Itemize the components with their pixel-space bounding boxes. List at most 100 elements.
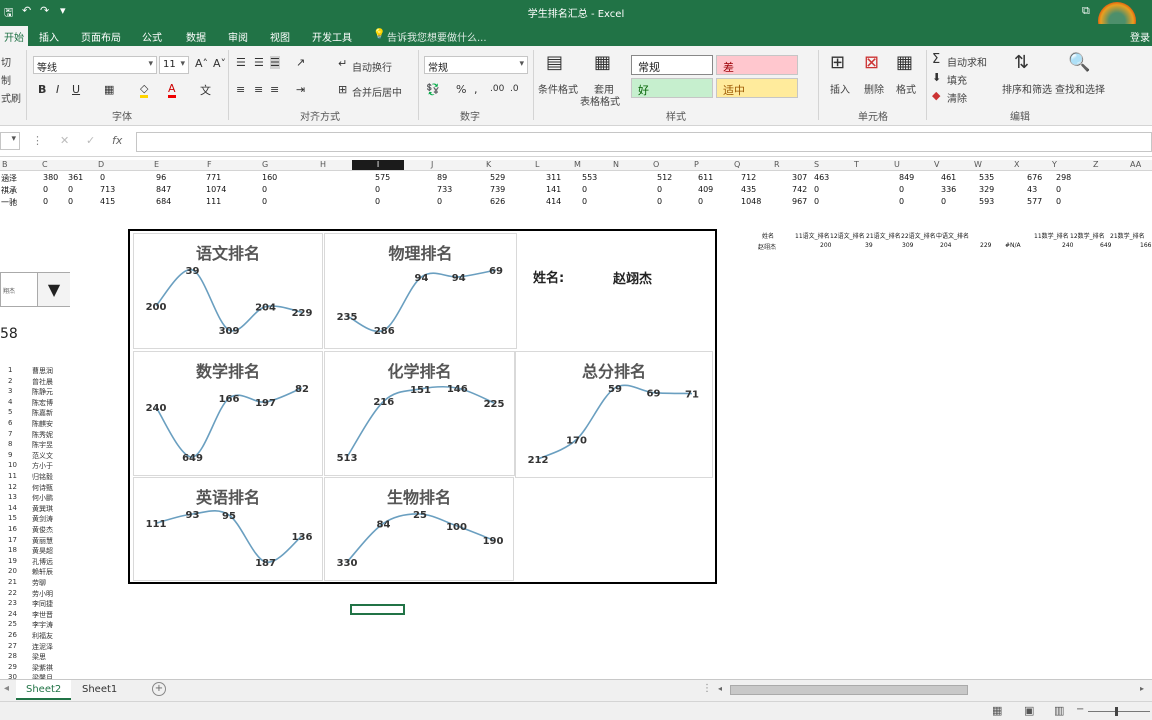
autosum-button[interactable]: 自动求和 <box>947 54 987 69</box>
col-header[interactable]: AA <box>1130 160 1141 169</box>
col-header[interactable]: F <box>207 160 212 169</box>
delete-cells-button[interactable]: 删除 <box>864 81 884 96</box>
sort-filter-icon[interactable]: ⇅ <box>1014 52 1029 73</box>
student-name-cell[interactable]: 陈麒安 <box>32 419 53 429</box>
data-cell[interactable]: 742 <box>792 185 807 194</box>
data-cell[interactable]: 409 <box>698 185 713 194</box>
student-name-cell[interactable]: 范义文 <box>32 451 53 461</box>
data-cell[interactable]: 141 <box>546 185 561 194</box>
insert-cells-icon[interactable]: ⊞ <box>830 52 845 73</box>
name-box[interactable]: ▾ <box>0 132 20 150</box>
student-name-cell[interactable]: 李世晋 <box>32 610 53 620</box>
col-header[interactable]: D <box>98 160 104 169</box>
data-cell[interactable]: 0 <box>437 197 442 206</box>
enter-icon[interactable]: ✓ <box>86 134 95 147</box>
data-cell[interactable]: 1074 <box>206 185 226 194</box>
student-name-cell[interactable]: 曹思润 <box>32 366 53 376</box>
data-cell[interactable]: 415 <box>100 197 115 206</box>
find-select-icon[interactable]: 🔍 <box>1068 52 1090 73</box>
currency-icon[interactable]: 💱 <box>426 83 440 96</box>
number-format-combo[interactable]: 常规 <box>424 56 528 74</box>
font-color-icon[interactable]: A <box>168 82 176 98</box>
data-cell[interactable]: 575 <box>375 173 390 182</box>
underline-icon[interactable]: U <box>72 83 80 96</box>
insert-cells-button[interactable]: 插入 <box>830 81 850 96</box>
conditional-format-button[interactable]: 条件格式 <box>538 81 578 96</box>
col-header[interactable]: B <box>2 160 8 169</box>
col-header[interactable]: W <box>974 160 982 169</box>
data-cell[interactable]: 96 <box>156 173 166 182</box>
student-name-cell[interactable]: 方小于 <box>32 461 53 471</box>
student-name-cell[interactable]: 梁思 <box>32 652 46 662</box>
data-cell[interactable]: 733 <box>437 185 452 194</box>
data-cell[interactable]: 0 <box>582 185 587 194</box>
right-table-cell[interactable]: 309 <box>902 242 913 249</box>
col-header[interactable]: G <box>262 160 268 169</box>
student-name-cell[interactable]: 劳小明 <box>32 589 53 599</box>
col-header[interactable]: E <box>154 160 159 169</box>
format-cells-button[interactable]: 格式 <box>896 81 916 96</box>
student-dropdown[interactable]: 翔杰 ▼ <box>0 272 70 307</box>
indent-icon[interactable]: ⇥ <box>296 83 305 96</box>
format-painter-button[interactable]: 式刷 <box>1 90 21 105</box>
data-cell[interactable]: 739 <box>490 185 505 194</box>
formula-input[interactable] <box>136 132 1152 152</box>
data-cell[interactable]: 713 <box>100 185 115 194</box>
data-cell[interactable]: 160 <box>262 173 277 182</box>
data-cell[interactable]: 0 <box>262 185 267 194</box>
data-cell[interactable]: 0 <box>657 185 662 194</box>
col-header[interactable]: Y <box>1052 160 1057 169</box>
decrease-decimal-icon[interactable]: .0 <box>510 84 519 94</box>
right-table-header[interactable]: 22语文_排名 <box>901 231 936 240</box>
data-cell[interactable]: 0 <box>698 197 703 206</box>
fill-color-icon[interactable]: ◇ <box>140 82 149 98</box>
data-cell[interactable]: 676 <box>1027 173 1042 182</box>
style-good[interactable]: 好 <box>631 78 713 98</box>
data-cell[interactable]: 0 <box>68 185 73 194</box>
right-table-header[interactable]: 11语文_排名 <box>795 231 830 240</box>
sheet-prev-icon[interactable]: ◂ <box>4 683 9 694</box>
wrap-text-button[interactable]: 自动换行 <box>352 59 392 74</box>
right-table-header[interactable]: 21语文_排名 <box>866 231 901 240</box>
data-cell[interactable]: 684 <box>156 197 171 206</box>
data-cell[interactable]: 414 <box>546 197 561 206</box>
right-table-header[interactable]: 12数学_排名 <box>1070 231 1105 240</box>
student-name-cell[interactable]: 陈嘉新 <box>32 408 53 418</box>
col-header[interactable]: H <box>320 160 326 169</box>
merge-center-button[interactable]: 合并后居中 <box>352 84 402 99</box>
data-cell[interactable]: 553 <box>582 173 597 182</box>
data-cell[interactable]: 577 <box>1027 197 1042 206</box>
sheet-tab-sheet2[interactable]: Sheet2 <box>16 680 72 700</box>
border-icon[interactable]: ▦ <box>104 83 114 96</box>
style-neutral[interactable]: 适中 <box>716 78 798 98</box>
col-header[interactable]: C <box>42 160 48 169</box>
delete-cells-icon[interactable]: ⊠ <box>864 52 879 73</box>
col-header[interactable]: L <box>535 160 539 169</box>
data-cell[interactable]: 0 <box>43 185 48 194</box>
align-bottom-icon[interactable]: ☰ <box>270 56 280 69</box>
find-select-button[interactable]: 查找和选择 <box>1055 81 1105 96</box>
tab-view[interactable]: 视图 <box>270 29 290 44</box>
student-name-cell[interactable]: 何小鹏 <box>32 493 53 503</box>
student-name-cell[interactable]: 黄丽慧 <box>32 536 53 546</box>
login-link[interactable]: 登录 <box>1130 29 1150 44</box>
col-header[interactable]: M <box>574 160 581 169</box>
right-table-cell[interactable]: 229 <box>980 242 991 249</box>
phonetic-icon[interactable]: 文 <box>200 82 211 98</box>
data-cell[interactable]: 849 <box>899 173 914 182</box>
student-name-cell[interactable]: 梁紫祺 <box>32 663 53 673</box>
sort-filter-button[interactable]: 排序和筛选 <box>1002 81 1052 96</box>
right-table-header[interactable]: 11数学_排名 <box>1034 231 1069 240</box>
data-cell[interactable]: 298 <box>1056 173 1071 182</box>
col-header[interactable]: X <box>1014 160 1019 169</box>
increase-decimal-icon[interactable]: .00 <box>490 84 504 94</box>
normal-view-icon[interactable]: ▦ <box>992 704 1002 717</box>
align-right-icon[interactable]: ≡ <box>270 83 279 96</box>
horizontal-scrollbar-thumb[interactable] <box>730 685 968 695</box>
col-header[interactable]: S <box>814 160 819 169</box>
data-cell[interactable]: 1048 <box>741 197 761 206</box>
right-table-header[interactable]: 中语文_排名 <box>936 231 969 240</box>
tab-formulas[interactable]: 公式 <box>142 29 162 44</box>
col-header-selected[interactable]: I <box>352 160 404 170</box>
data-cell[interactable]: 0 <box>68 197 73 206</box>
